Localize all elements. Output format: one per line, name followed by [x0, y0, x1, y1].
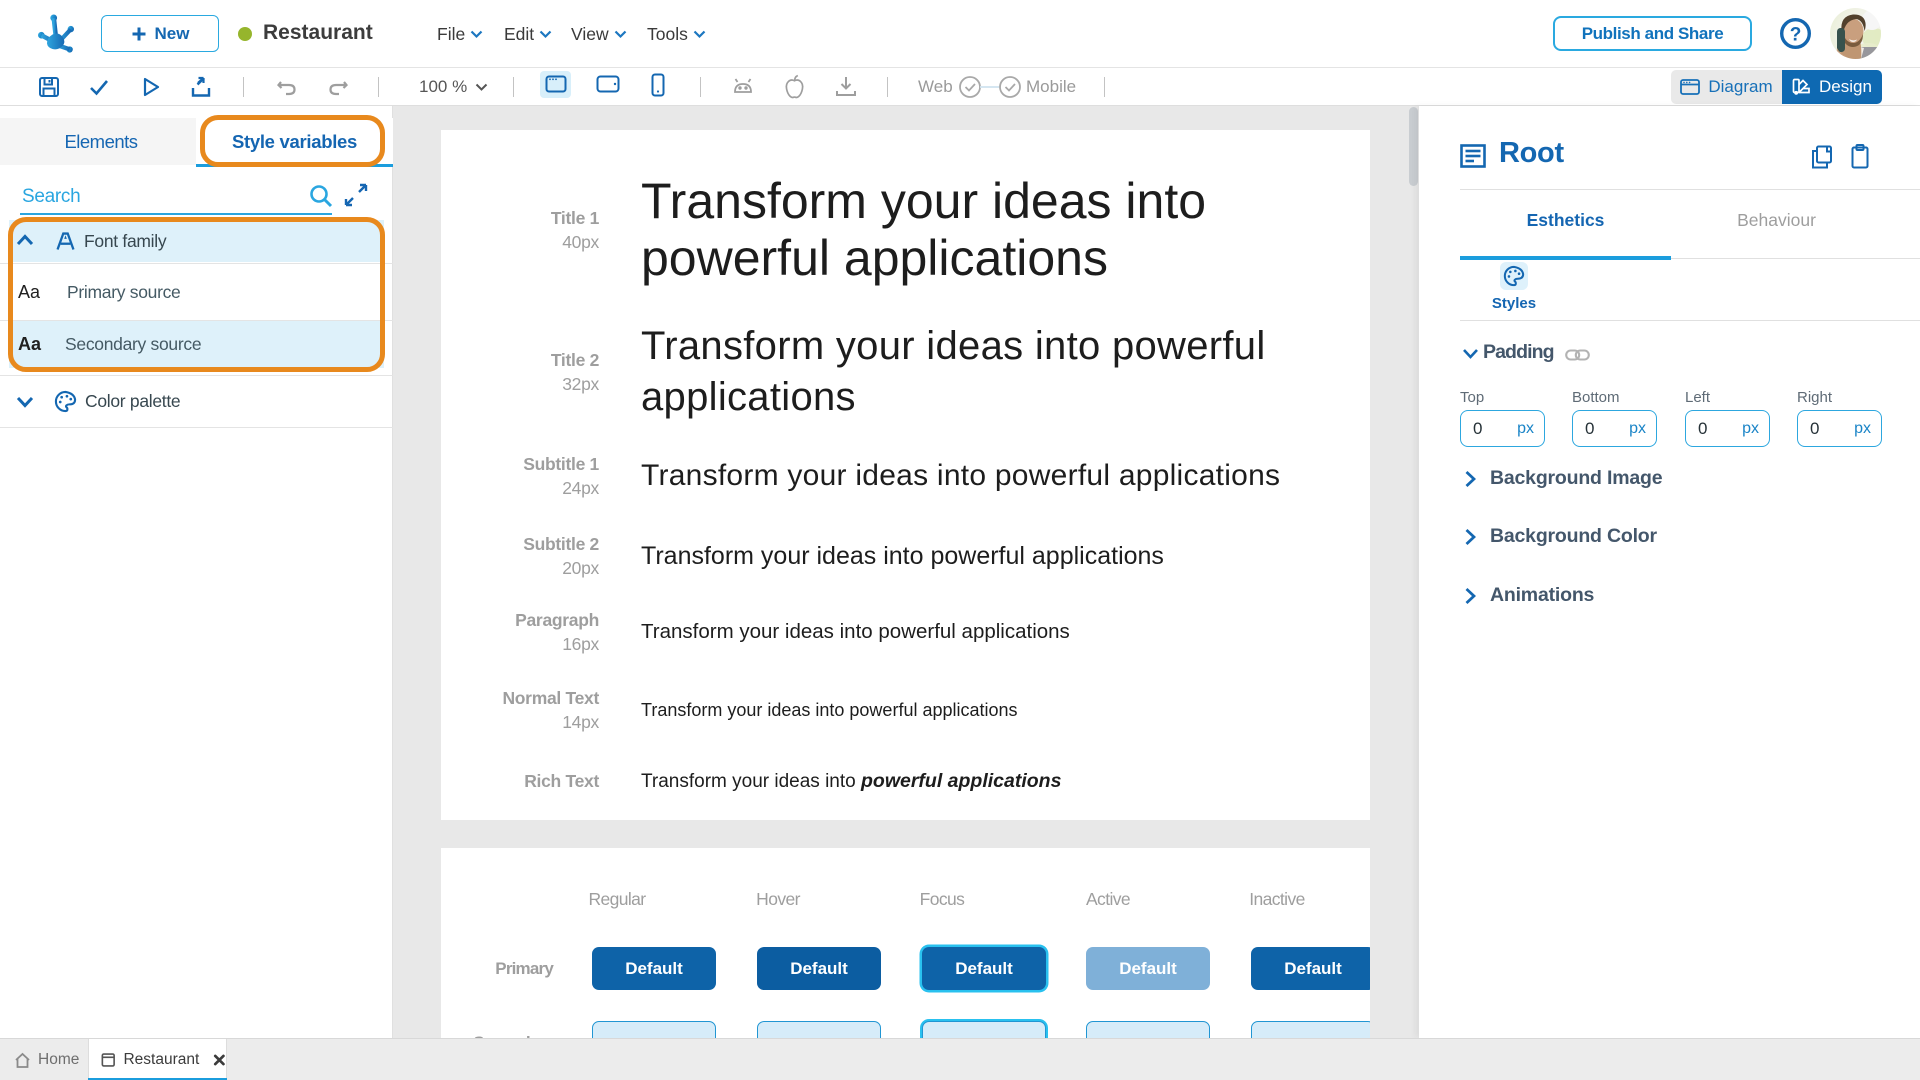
svg-text:?: ?: [1790, 25, 1802, 46]
